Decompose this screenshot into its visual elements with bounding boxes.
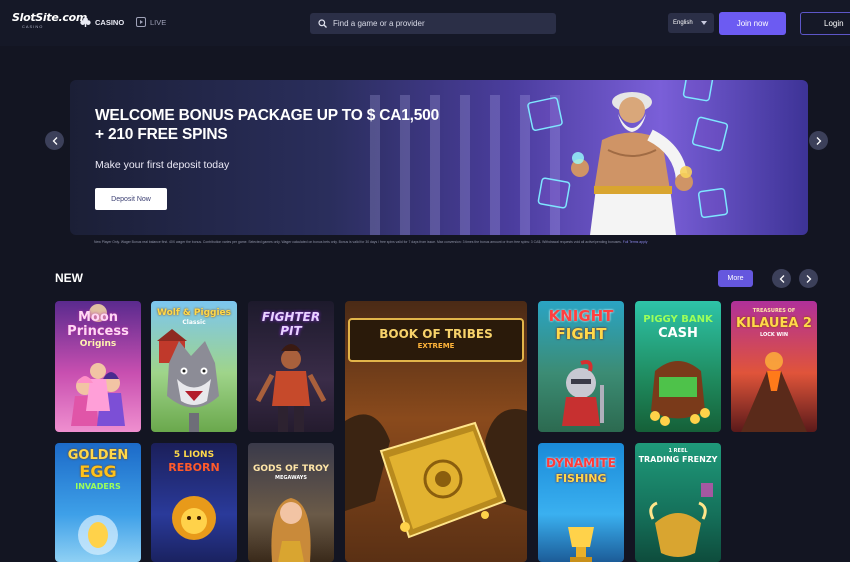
game-title-line2: KILAUEA 2 [736, 316, 812, 331]
game-title-line3: LOCK WIN [759, 332, 789, 338]
game-title-line2: MEGAWAYS [274, 475, 308, 481]
bonus-disclaimer: New Player Only. Wager Bonus real balanc… [94, 240, 794, 244]
game-title-line2: FIGHT [555, 325, 607, 343]
clubs-icon [80, 17, 91, 27]
game-tile-wolf-piggies[interactable]: Wolf & Piggies Classic [151, 301, 237, 432]
game-title-line2: FISHING [555, 472, 607, 485]
language-label: English [673, 20, 693, 26]
game-title-line1: Wolf & Piggies [156, 308, 232, 318]
game-title-line2: PIT [280, 324, 302, 338]
hero-next-arrow[interactable] [809, 131, 828, 150]
game-tile-knight-fight[interactable]: KNIGHT FIGHT [538, 301, 624, 432]
game-title-line2: EGG [79, 462, 117, 481]
game-title-line2: TRADING FRENZY [638, 455, 718, 464]
game-tile-piggy-bank-cash[interactable]: PIGGY BANK CASH [635, 301, 721, 432]
section-title: NEW [55, 271, 83, 285]
nav-casino[interactable]: CASINO [80, 17, 124, 27]
hero-banner: WELCOME BONUS PACKAGE UP TO $ CA1,500 + … [70, 80, 808, 235]
game-tile-moon-princess[interactable]: Moon Princess Origins [55, 301, 141, 432]
hero-title-line1: WELCOME BONUS PACKAGE UP TO $ CA1,500 [95, 107, 439, 124]
game-title-line1: FIGHTER [261, 310, 321, 324]
game-tile-gods-of-troy[interactable]: GODS OF TROY MEGAWAYS [248, 443, 334, 562]
full-terms-link[interactable]: Full Terms apply [623, 240, 648, 244]
nav-live[interactable]: LIVE [136, 17, 166, 27]
chevron-right-icon [806, 274, 811, 283]
game-title-line1: GODS OF TROY [253, 464, 329, 474]
zeus-illustration [527, 80, 729, 235]
deposit-now-button[interactable]: Deposit Now [95, 188, 167, 210]
game-title-line2: Classic [182, 319, 206, 326]
game-title-line1: Moon [77, 310, 119, 325]
game-tile-book-of-tribes[interactable]: BOOK OF TRIBES EXTREME [345, 301, 527, 562]
game-title-line2: CASH [658, 326, 698, 341]
gods-of-troy-art [271, 498, 311, 562]
game-tile-kilauea-2[interactable]: TREASURES OF KILAUEA 2 LOCK WIN [731, 301, 817, 432]
login-button[interactable]: Login [800, 12, 850, 35]
game-title-line2: REBORN [168, 461, 220, 474]
hero-title-line2: + 210 FREE SPINS [95, 126, 228, 143]
disclaimer-text: New Player Only. Wager Bonus real balanc… [94, 240, 622, 244]
game-title-line1: 5 LIONS [173, 450, 215, 460]
hero-prev-arrow[interactable] [45, 131, 64, 150]
game-tile-golden-egg[interactable]: GOLDEN EGG INVADERS [55, 443, 141, 562]
language-select[interactable]: English [668, 13, 714, 33]
game-tile-dynamite-fishing[interactable]: DYNAMITE FISHING [538, 443, 624, 562]
game-title-line2: Princess [67, 324, 129, 339]
chevron-right-icon [816, 136, 821, 145]
game-tile-fighter-pit[interactable]: FIGHTER PIT [248, 301, 334, 432]
nav-live-label: LIVE [150, 17, 167, 27]
chevron-left-icon [52, 136, 57, 145]
game-title-line1: TREASURES OF [752, 308, 796, 314]
game-tile-trading-frenzy[interactable]: 1 REEL TRADING FRENZY [635, 443, 721, 562]
logo-text: SlotSite.com [12, 11, 88, 24]
site-logo[interactable]: SlotSite.com CASINO [12, 11, 88, 34]
more-button[interactable]: More [718, 270, 753, 287]
search-icon [318, 19, 327, 28]
chevron-left-icon [779, 274, 784, 283]
game-title-line1: BOOK OF TRIBES [379, 327, 493, 341]
search-box[interactable] [310, 13, 556, 34]
games-next-arrow[interactable] [799, 269, 818, 288]
chevron-down-icon [700, 21, 707, 25]
search-input[interactable] [333, 19, 543, 28]
join-now-button[interactable]: Join now [719, 12, 786, 35]
game-title-line1: GOLDEN [67, 448, 129, 463]
game-title-line1: DYNAMITE [546, 456, 616, 470]
games-prev-arrow[interactable] [772, 269, 791, 288]
logo-subtitle: CASINO [22, 24, 44, 29]
game-tile-5-lions-reborn[interactable]: 5 LIONS REBORN [151, 443, 237, 562]
nav-casino-label: CASINO [95, 17, 125, 27]
game-title-line3: Origins [79, 339, 117, 349]
hero-subtitle: Make your first deposit today [95, 159, 230, 171]
game-title-line3: INVADERS [75, 482, 121, 491]
game-title-line1: KNIGHT [548, 307, 614, 325]
game-title-line2: EXTREME [417, 342, 455, 350]
game-title-line1: 1 REEL [668, 448, 688, 454]
hero-title: WELCOME BONUS PACKAGE UP TO $ CA1,500 + … [95, 106, 455, 144]
top-bar: SlotSite.com CASINO CASINO LIVE English … [0, 0, 850, 46]
game-title-line1: PIGGY BANK [643, 314, 713, 325]
live-play-icon [136, 17, 146, 27]
